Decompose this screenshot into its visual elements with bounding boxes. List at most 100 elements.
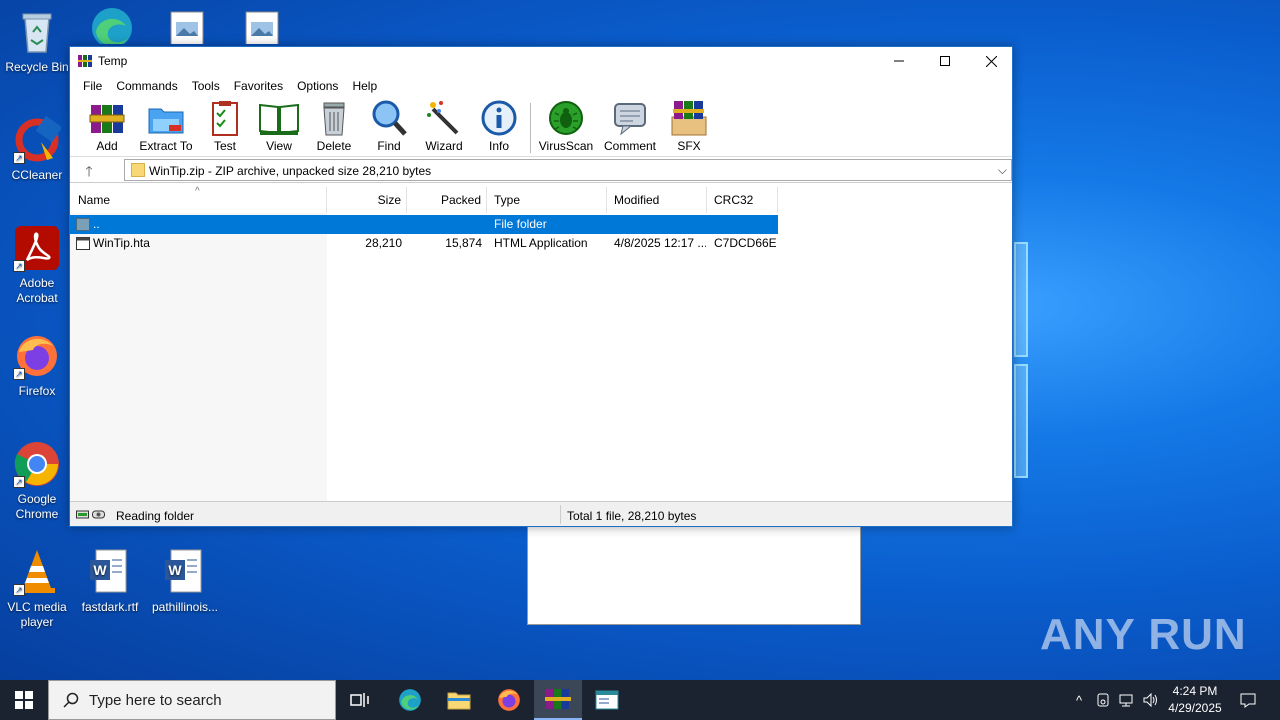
menu-bar: File Commands Tools Favorites Options He…	[70, 75, 1012, 97]
path-dropdown[interactable]: WinTip.zip - ZIP archive, unpacked size …	[124, 159, 1012, 181]
close-button[interactable]	[968, 47, 1014, 75]
minimize-button[interactable]	[876, 47, 922, 75]
search-placeholder: Type here to search	[89, 691, 222, 709]
chevron-up-icon: ^	[1075, 692, 1083, 708]
menu-help[interactable]: Help	[345, 79, 384, 93]
taskbar-clock[interactable]: 4:24 PM 4/29/2025	[1162, 683, 1228, 717]
menu-favorites[interactable]: Favorites	[227, 79, 290, 93]
shortcut-arrow-icon: ↗	[13, 260, 25, 272]
background-window	[527, 524, 861, 625]
column-header-size[interactable]: Size	[327, 187, 407, 213]
column-header-name[interactable]: Name ^	[70, 187, 327, 213]
start-button[interactable]	[0, 680, 48, 720]
desktop-icon-label: VLC media player	[7, 600, 67, 629]
column-header-label: Modified	[614, 193, 660, 207]
network-button[interactable]	[1116, 680, 1138, 720]
anyrun-watermark: ANY RUN	[1040, 610, 1247, 659]
desktop-icon-label: Google Chrome	[15, 492, 59, 521]
virusscan-button[interactable]: VirusScan	[535, 99, 597, 153]
toolbar: Add Extract To Test View Delete Find Wiz…	[70, 97, 1012, 157]
desktop-icon-label: Recycle Bin	[5, 60, 69, 74]
notifications-button[interactable]	[1234, 680, 1262, 720]
maximize-icon	[940, 56, 950, 66]
add-button[interactable]: Add	[76, 99, 138, 153]
info-button[interactable]: Info	[468, 99, 530, 153]
find-button[interactable]: Find	[358, 99, 420, 153]
test-button[interactable]: Test	[194, 99, 256, 153]
taskbar-notepad-window[interactable]	[583, 680, 631, 720]
column-header-packed[interactable]: Packed	[407, 187, 487, 213]
shortcut-arrow-icon: ↗	[13, 584, 25, 596]
taskbar-edge[interactable]	[386, 680, 434, 720]
desktop-icon-recycle-bin[interactable]: Recycle Bin	[1, 8, 73, 75]
shortcut-arrow-icon: ↗	[13, 152, 25, 164]
desktop-icon-ccleaner[interactable]: ↗ CCleaner	[1, 115, 73, 183]
view-button[interactable]: View	[248, 99, 310, 153]
desktop-icon-firefox[interactable]: ↗ Firefox	[1, 332, 73, 399]
windows-start-icon	[15, 691, 33, 709]
menu-file[interactable]: File	[76, 79, 109, 93]
tray-device-icon-button[interactable]	[1092, 680, 1114, 720]
show-hidden-icons-button[interactable]: ^	[1068, 680, 1090, 720]
delete-button[interactable]: Delete	[303, 99, 365, 153]
taskbar-file-explorer[interactable]	[435, 680, 483, 720]
image-file-icon	[163, 8, 211, 44]
add-label: Add	[96, 139, 118, 153]
menu-commands[interactable]: Commands	[109, 79, 184, 93]
task-view-button[interactable]	[336, 680, 384, 720]
title-bar[interactable]: Temp	[70, 47, 1012, 75]
desktop-icon-adobe-acrobat[interactable]: ↗ Adobe Acrobat	[1, 224, 73, 306]
desktop-icon-pathillinois[interactable]: W pathillinois...	[149, 548, 221, 615]
taskbar-firefox[interactable]	[485, 680, 533, 720]
desktop-icon-fastdark-rtf[interactable]: W fastdark.rtf	[74, 548, 146, 615]
column-header-crc32[interactable]: CRC32	[707, 187, 778, 213]
desktop-icon-label: CCleaner	[11, 168, 63, 182]
column-header-type[interactable]: Type	[487, 187, 607, 213]
chrome-icon: ↗	[13, 440, 61, 488]
desktop-icon-vlc[interactable]: ↗ VLC media player	[1, 548, 73, 630]
winrar-app-icon	[545, 689, 571, 709]
column-header-modified[interactable]: Modified	[607, 187, 707, 213]
maximize-button[interactable]	[922, 47, 968, 75]
test-label: Test	[213, 139, 236, 153]
up-arrow-icon: 🡑	[85, 163, 93, 179]
edge-icon	[399, 689, 421, 711]
svg-text:W: W	[93, 562, 107, 578]
taskbar-search-input[interactable]: Type here to search	[48, 680, 336, 720]
file-name: WinTip.hta	[93, 236, 150, 250]
vlc-cone-icon: ↗	[13, 548, 61, 596]
desktop-icon-google-chrome[interactable]: ↗ Google Chrome	[1, 440, 73, 522]
find-label: Find	[377, 139, 401, 153]
sfx-button[interactable]: SFX	[658, 99, 720, 153]
word-document-icon: W	[161, 548, 209, 596]
menu-options[interactable]: Options	[290, 79, 345, 93]
search-icon	[63, 692, 79, 708]
add-archive-icon	[89, 105, 125, 133]
trash-icon	[323, 102, 345, 136]
comment-button[interactable]: Comment	[599, 99, 661, 153]
extract-to-button[interactable]: Extract To	[135, 99, 197, 153]
up-one-level-button[interactable]: 🡑	[80, 161, 98, 179]
file-list[interactable]: Name ^ Size Packed Type Modified CRC32 .…	[70, 187, 1012, 501]
volume-button[interactable]	[1140, 680, 1162, 720]
desktop-icon-image-file-2[interactable]	[226, 8, 298, 48]
window-title: Temp	[98, 54, 128, 68]
test-clipboard-icon	[212, 101, 238, 136]
chevron-down-icon[interactable]: ⌵	[998, 163, 1007, 178]
task-view-icon	[350, 693, 369, 707]
info-icon	[481, 100, 517, 136]
desktop-icon-image-file[interactable]	[151, 8, 223, 48]
table-row-wintip-hta[interactable]: WinTip.hta 28,210 15,874 HTML Applicatio…	[70, 234, 778, 253]
wizard-button[interactable]: Wizard	[413, 99, 475, 153]
name-column-background	[70, 213, 327, 501]
sfx-box-icon	[671, 101, 707, 136]
desktop-icon-label: Firefox	[18, 384, 56, 398]
delete-label: Delete	[316, 139, 352, 153]
column-header-label: Type	[494, 193, 521, 207]
menu-tools[interactable]: Tools	[185, 79, 227, 93]
desktop-icon-label: pathillinois...	[151, 600, 219, 614]
extract-to-label: Extract To	[139, 139, 193, 153]
table-row-parent-folder[interactable]: .. File folder	[70, 215, 778, 234]
desktop-icon-edge[interactable]	[76, 4, 148, 48]
taskbar-winrar[interactable]	[534, 680, 582, 720]
